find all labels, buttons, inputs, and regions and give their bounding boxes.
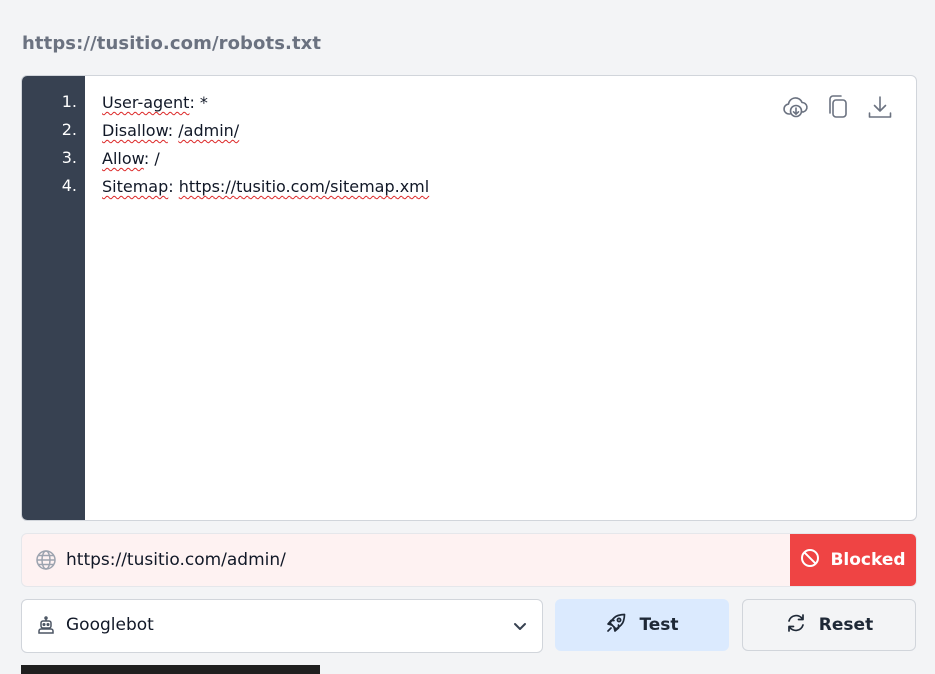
code-line[interactable]: Disallow: /admin/ bbox=[102, 120, 429, 148]
line-number: 2. bbox=[61, 120, 77, 139]
line-number: 3. bbox=[61, 148, 77, 167]
cloud-download-icon[interactable] bbox=[782, 92, 810, 122]
test-url-input[interactable] bbox=[66, 534, 786, 586]
directive-value: /admin/ bbox=[178, 121, 240, 140]
robots-url-title: https://tusitio.com/robots.txt bbox=[22, 33, 322, 54]
directive-separator: : bbox=[143, 149, 155, 168]
rocket-icon bbox=[605, 612, 627, 639]
reset-label: Reset bbox=[818, 615, 874, 635]
refresh-icon bbox=[785, 612, 807, 639]
editor-toolbar bbox=[782, 92, 894, 122]
directive-key: Disallow bbox=[102, 121, 168, 140]
directive-key: Allow bbox=[102, 149, 144, 168]
test-label: Test bbox=[639, 615, 679, 635]
download-icon[interactable] bbox=[866, 92, 894, 122]
reset-button[interactable]: Reset bbox=[742, 599, 916, 651]
url-test-row: Blocked bbox=[21, 533, 917, 587]
chevron-down-icon bbox=[510, 616, 530, 636]
status-badge: Blocked bbox=[790, 534, 916, 586]
directive-value: * bbox=[199, 93, 208, 112]
line-number-gutter: 1. 2. 3. 4. bbox=[22, 76, 85, 520]
test-button[interactable]: Test bbox=[555, 599, 729, 651]
code-line[interactable]: Sitemap: https://tusitio.com/sitemap.xml bbox=[102, 176, 429, 204]
blocked-icon bbox=[800, 548, 820, 573]
directive-key: Sitemap bbox=[102, 177, 169, 196]
directive-separator: : bbox=[189, 93, 200, 112]
directive-separator: : bbox=[168, 177, 179, 196]
code-line[interactable]: User-agent: * bbox=[102, 92, 429, 120]
user-agent-value: Googlebot bbox=[66, 615, 154, 635]
globe-icon bbox=[35, 549, 57, 571]
line-number: 1. bbox=[61, 92, 77, 111]
robot-icon bbox=[36, 616, 56, 636]
code-area[interactable]: User-agent: * Disallow: /admin/ Allow: /… bbox=[102, 92, 429, 204]
copy-icon[interactable] bbox=[824, 92, 852, 122]
directive-value: / bbox=[154, 149, 160, 168]
directive-key: User-agent bbox=[102, 93, 190, 112]
code-line[interactable]: Allow: / bbox=[102, 148, 429, 176]
robots-editor[interactable]: 1. 2. 3. 4. User-agent: * Disallow: /adm… bbox=[21, 75, 917, 521]
directive-separator: : bbox=[167, 121, 179, 140]
line-number: 4. bbox=[61, 176, 77, 195]
user-agent-select[interactable]: Googlebot bbox=[21, 599, 543, 653]
bottom-panel-edge bbox=[21, 665, 320, 674]
status-label: Blocked bbox=[830, 550, 906, 570]
directive-value: https://tusitio.com/sitemap.xml bbox=[178, 177, 430, 196]
